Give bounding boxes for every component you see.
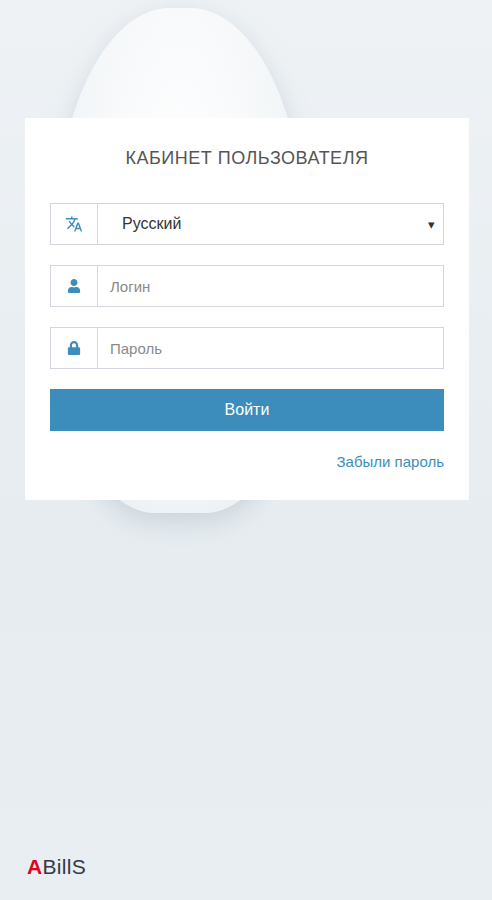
translate-icon xyxy=(51,204,98,244)
footer: ABillS xyxy=(0,854,86,900)
dropdown-arrow-icon: ▾ xyxy=(428,217,435,232)
forgot-password-link[interactable]: Забыли пароль xyxy=(337,452,444,472)
background-pen xyxy=(278,899,492,900)
password-field xyxy=(50,327,444,369)
login-button[interactable]: Войти xyxy=(50,389,444,431)
lock-icon xyxy=(51,328,98,368)
language-value[interactable]: Русский▾ xyxy=(98,204,443,244)
user-icon xyxy=(51,266,98,306)
language-select[interactable]: Русский▾ xyxy=(50,203,444,245)
login-card: КАБИНЕТ ПОЛЬЗОВАТЕЛЯ Русский▾ Войти Забыли … xyxy=(25,118,469,500)
login-page: КАБИНЕТ ПОЛЬЗОВАТЕЛЯ Русский▾ Войти Забыли … xyxy=(0,0,492,900)
abills-logo: ABillS xyxy=(27,854,86,880)
login-field xyxy=(50,265,444,307)
forgot-row: Забыли пароль xyxy=(50,452,444,472)
password-input[interactable] xyxy=(98,328,443,368)
login-input[interactable] xyxy=(98,266,443,306)
card-title: КАБИНЕТ ПОЛЬЗОВАТЕЛЯ xyxy=(50,147,444,169)
